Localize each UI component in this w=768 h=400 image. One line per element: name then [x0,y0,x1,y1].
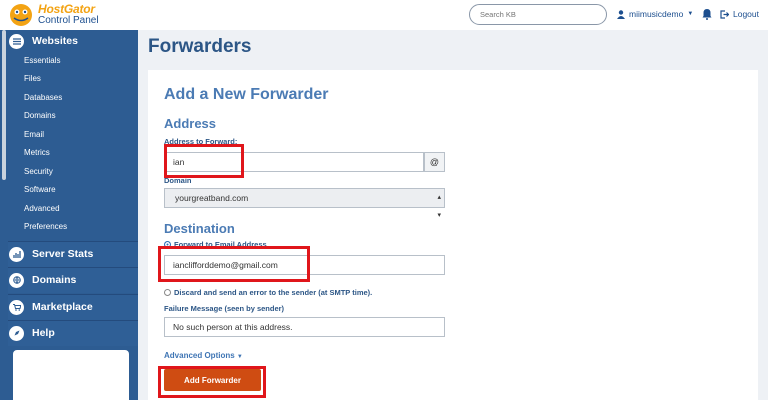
domain-select[interactable]: yourgreatband.com ▴ ▾ [164,188,445,219]
top-bar: HostGator Control Panel miimusicdemo ▼ L… [0,0,768,30]
sidebar-section-label: Websites [32,35,78,47]
sidebar-item-databases[interactable]: Databases [24,93,62,102]
address-heading: Address [164,116,217,131]
highlight-add-button [158,366,266,398]
user-icon [617,9,625,19]
sidebar-item-files[interactable]: Files [24,74,41,83]
brand-name: HostGator [38,2,95,16]
gator-logo-icon [10,4,32,26]
chevron-down-icon: ▼ [236,354,243,360]
sidebar: Websites Essentials Files Databases Doma… [0,30,138,400]
stats-icon [9,246,24,262]
highlight-forward-email [158,246,310,282]
bell-icon[interactable] [702,8,712,20]
sidebar-item-metrics[interactable]: Metrics [24,148,50,157]
main-content: Forwarders Add a New Forwarder Address A… [138,30,768,400]
chevron-updown-icon: ▴ ▾ [437,194,441,219]
cart-icon [9,299,24,315]
sidebar-group-text: Domains [32,274,77,286]
discard-radio[interactable] [164,289,171,296]
discard-option-label: Discard and send an error to the sender … [174,288,373,297]
sidebar-item-advanced[interactable]: Advanced [24,204,60,213]
page-title: Forwarders [148,36,252,57]
sidebar-item-security[interactable]: Security [24,167,53,176]
sidebar-group-help-label: Help [9,322,137,344]
sidebar-section-websites[interactable]: Websites [9,30,137,52]
sidebar-item-email[interactable]: Email [24,130,44,139]
advanced-options-toggle[interactable]: Advanced Options ▼ [164,351,243,360]
brand-subtitle: Control Panel [38,15,99,26]
sidebar-group-domains-label: Domains [9,269,137,291]
logout-icon [720,9,729,19]
advanced-options-label: Advanced Options [164,351,235,360]
user-menu[interactable]: miimusicdemo ▼ [617,9,693,19]
failure-message-input[interactable]: No such person at this address. [164,317,445,337]
forwarder-form-card: Add a New Forwarder Address Address to F… [148,70,758,400]
sidebar-item-software[interactable]: Software [24,185,56,194]
logout-label: Logout [733,9,759,19]
sidebar-scrollbar[interactable] [2,30,6,180]
globe-icon [9,272,24,288]
logo[interactable]: HostGator Control Panel [8,2,138,28]
sidebar-group-marketplace-label: Marketplace [9,296,137,318]
list-icon [9,33,24,49]
sidebar-group-server-stats-label: Server Stats [9,243,137,265]
failure-message-label: Failure Message (seen by sender) [164,304,285,313]
sidebar-item-essentials[interactable]: Essentials [24,56,60,65]
form-title: Add a New Forwarder [164,86,329,103]
highlight-address [164,144,244,178]
sidebar-item-preferences[interactable]: Preferences [24,222,67,231]
search-input[interactable] [469,4,607,25]
sidebar-item-domains[interactable]: Domains [24,111,56,120]
sidebar-promo-box [13,350,129,400]
domain-select-value: yourgreatband.com [175,193,249,203]
username: miimusicdemo [629,9,684,19]
sidebar-group-text: Server Stats [32,248,94,260]
destination-heading: Destination [164,221,235,236]
sidebar-group-text: Marketplace [32,301,93,313]
sidebar-group-text: Help [32,327,55,339]
at-symbol: @ [424,152,445,172]
chevron-down-icon: ▼ [687,11,694,17]
logout-link[interactable]: Logout [720,9,759,19]
compass-icon [9,325,24,341]
